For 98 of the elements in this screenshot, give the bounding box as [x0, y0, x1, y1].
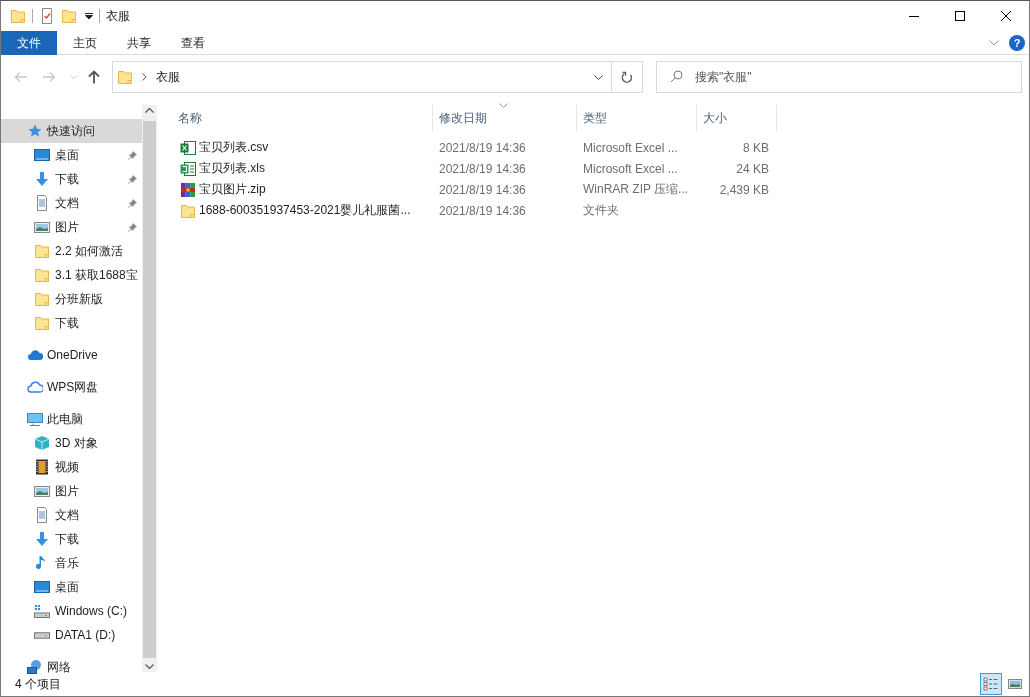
picture-icon [34, 219, 50, 235]
pin-icon[interactable] [128, 150, 138, 160]
down-arrow-icon [34, 171, 50, 187]
column-header[interactable]: 名称 [172, 105, 433, 131]
cloud-icon [27, 347, 43, 363]
modified-date: 2021/8/19 14:36 [438, 161, 527, 176]
address-bar[interactable]: 衣服 [112, 61, 612, 93]
nav-item[interactable]: 视频 [1, 455, 142, 479]
chevron-icon[interactable] [142, 73, 147, 81]
folder-icon [180, 202, 196, 219]
pin-icon[interactable] [128, 174, 138, 184]
folder-icon[interactable] [10, 7, 26, 25]
ribbon-tab[interactable]: 主页 [59, 31, 111, 55]
column-header[interactable]: 大小 [697, 105, 777, 131]
file-size: 24 KB [735, 161, 770, 176]
nav-item[interactable]: 下载 [1, 527, 142, 551]
nav-item[interactable]: 文档 [1, 191, 128, 215]
drive-icon [34, 631, 50, 639]
file-size: 2,439 KB [718, 182, 770, 197]
expand-ribbon-icon[interactable] [989, 39, 999, 46]
folder-icon [117, 69, 133, 85]
nav-item[interactable]: Windows (C:) [1, 599, 142, 623]
modified-date: 2021/8/19 14:36 [438, 203, 527, 218]
file-menu-tab[interactable]: 文件 [1, 31, 57, 55]
nav-item[interactable]: 2.2 如何激活 [1, 239, 142, 263]
nav-item[interactable]: DATA1 (D:) [1, 623, 142, 647]
file-type: Microsoft Excel ... [582, 140, 679, 155]
scroll-thumb[interactable] [143, 121, 156, 658]
folder-icon [34, 267, 50, 283]
nav-item[interactable]: 音乐 [1, 551, 142, 575]
picture-icon [34, 483, 50, 499]
folder-icon [34, 315, 50, 331]
properties-icon[interactable] [39, 7, 55, 25]
scrollbar[interactable] [142, 105, 157, 672]
maximize-icon[interactable] [955, 11, 965, 21]
nav-item[interactable]: 文档 [1, 503, 142, 527]
modified-date: 2021/8/19 14:36 [438, 140, 527, 155]
search-icon [670, 70, 683, 83]
nav-item[interactable]: 桌面 [1, 575, 142, 599]
star-icon [27, 123, 43, 139]
file-name[interactable]: 1688-600351937453-2021婴儿礼服菌... [199, 202, 411, 219]
nav-item[interactable]: OneDrive [1, 343, 142, 367]
spreadsheet-icon [180, 160, 196, 177]
down-arrow-icon [34, 531, 50, 547]
nav-item[interactable]: 快速访问 [1, 119, 142, 143]
file-name[interactable]: 宝贝列表.csv [199, 139, 269, 156]
archive-icon [180, 181, 196, 198]
nav-item[interactable]: 桌面 [1, 143, 128, 167]
film-icon [34, 459, 50, 475]
nav-item[interactable]: 图片 [1, 479, 142, 503]
cube-icon [34, 435, 50, 451]
refresh-button[interactable] [612, 61, 643, 93]
file-type: 文件夹 [582, 202, 620, 219]
help-button[interactable]: ? [1009, 34, 1025, 51]
scroll-up-icon[interactable] [145, 108, 154, 113]
minimize-icon[interactable] [909, 15, 919, 17]
new-folder-icon[interactable] [61, 7, 77, 25]
nav-item[interactable]: 3.1 获取1688宝 [1, 263, 142, 287]
dropdown-icon[interactable] [594, 74, 603, 80]
up-icon[interactable] [88, 70, 100, 84]
path-segment[interactable]: 衣服 [156, 68, 180, 86]
drive-icon [34, 603, 50, 619]
ribbon-tab[interactable]: 查看 [167, 31, 219, 55]
refresh-icon [621, 70, 633, 84]
file-type: Microsoft Excel ... [582, 161, 679, 176]
file-size: 8 KB [742, 140, 770, 155]
folder-icon [34, 243, 50, 259]
ribbon-tab[interactable]: 共享 [113, 31, 165, 55]
search-field[interactable]: 搜索"衣服" [656, 61, 1022, 93]
monitor-icon [34, 579, 50, 595]
nav-item[interactable]: 下载 [1, 167, 128, 191]
document-icon [34, 507, 50, 523]
scroll-down-icon[interactable] [145, 664, 154, 669]
nav-item[interactable]: 下载 [1, 311, 142, 335]
monitor-icon [34, 147, 50, 163]
nav-item[interactable]: 图片 [1, 215, 128, 239]
cloud-outline-icon [27, 379, 43, 395]
nav-item[interactable]: 分班新版 [1, 287, 142, 311]
nav-item[interactable]: 此电脑 [1, 407, 142, 431]
nav-item[interactable]: 3D 对象 [1, 431, 142, 455]
window-title: 衣服 [106, 7, 130, 25]
details-view-icon[interactable] [980, 673, 1002, 695]
computer-icon [27, 411, 43, 427]
column-header[interactable]: 修改日期 [433, 105, 577, 131]
file-name[interactable]: 宝贝图片.zip [199, 181, 266, 198]
file-name[interactable]: 宝贝列表.xls [199, 160, 265, 177]
pin-icon[interactable] [128, 198, 138, 208]
close-icon[interactable] [1001, 11, 1011, 21]
nav-item[interactable]: WPS网盘 [1, 375, 142, 399]
modified-date: 2021/8/19 14:36 [438, 182, 527, 197]
file-type: WinRAR ZIP 压缩... [582, 181, 690, 198]
folder-icon [34, 291, 50, 307]
pin-icon[interactable] [128, 222, 138, 232]
network-icon [27, 659, 43, 675]
customize-dropdown-icon[interactable] [85, 13, 93, 19]
spreadsheet-icon [180, 139, 196, 156]
document-icon [34, 195, 50, 211]
column-header[interactable]: 类型 [577, 105, 697, 131]
